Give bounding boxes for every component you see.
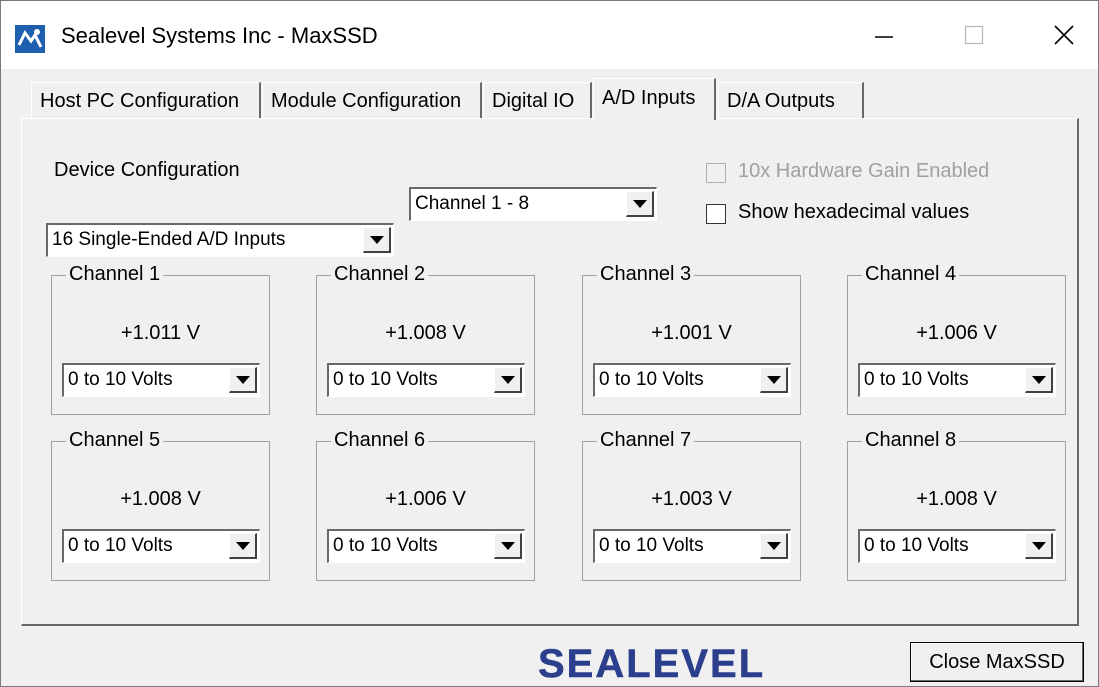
chevron-down-icon xyxy=(766,375,781,384)
sealevel-logo: SEALEVEL xyxy=(538,642,765,683)
chevron-down-icon xyxy=(632,199,647,208)
channel-4-group: Channel 4 +1.006 V 0 to 10 Volts xyxy=(847,263,1066,415)
channel-8-range-value: 0 to 10 Volts xyxy=(864,535,969,556)
close-maxssd-button[interactable]: Close MaxSSD xyxy=(910,642,1084,682)
device-config-label: Device Configuration xyxy=(54,159,240,181)
channel-2-range-value: 0 to 10 Volts xyxy=(333,369,438,390)
channel-6-group: Channel 6 +1.006 V 0 to 10 Volts xyxy=(316,429,535,581)
channel-1-group: Channel 1 +1.011 V 0 to 10 Volts xyxy=(51,263,270,415)
channel-8-voltage: +1.008 V xyxy=(916,488,997,510)
tab-digital-io[interactable]: Digital IO xyxy=(483,82,592,118)
channel-8-range-select[interactable]: 0 to 10 Volts xyxy=(858,529,1056,563)
channel-4-range-select[interactable]: 0 to 10 Volts xyxy=(858,363,1056,397)
sealevel-app-icon xyxy=(15,25,45,53)
channel-3-dropdown-button[interactable] xyxy=(760,367,788,393)
channel-2-voltage: +1.008 V xyxy=(385,322,466,344)
device-config-value: 16 Single-Ended A/D Inputs xyxy=(52,229,286,250)
channel-5-range-select[interactable]: 0 to 10 Volts xyxy=(62,529,260,563)
channel-4-range-value: 0 to 10 Volts xyxy=(864,369,969,390)
minimize-button[interactable] xyxy=(855,1,913,69)
channel-8-title: Channel 8 xyxy=(862,429,960,452)
channel-range-dropdown-button[interactable] xyxy=(626,191,654,217)
hex-checkbox-label: Show hexadecimal values xyxy=(738,201,970,223)
channel-6-title: Channel 6 xyxy=(331,429,429,452)
channel-2-title: Channel 2 xyxy=(331,263,429,286)
channel-4-title: Channel 4 xyxy=(862,263,960,286)
channel-range-select[interactable]: Channel 1 - 8 xyxy=(409,187,657,221)
device-config-dropdown-button[interactable] xyxy=(363,227,391,253)
channel-6-range-select[interactable]: 0 to 10 Volts xyxy=(327,529,525,563)
tab-ad-inputs[interactable]: A/D Inputs xyxy=(593,78,716,120)
window-title: Sealevel Systems Inc - MaxSSD xyxy=(61,23,378,48)
channel-1-range-value: 0 to 10 Volts xyxy=(68,369,173,390)
channel-8-group: Channel 8 +1.008 V 0 to 10 Volts xyxy=(847,429,1066,581)
close-window-button[interactable] xyxy=(1035,1,1093,69)
channel-1-dropdown-button[interactable] xyxy=(229,367,257,393)
gain-checkbox[interactable] xyxy=(706,163,726,183)
chevron-down-icon xyxy=(1031,375,1046,384)
channel-3-range-value: 0 to 10 Volts xyxy=(599,369,704,390)
channel-4-dropdown-button[interactable] xyxy=(1025,367,1053,393)
channel-8-dropdown-button[interactable] xyxy=(1025,533,1053,559)
maximize-button[interactable] xyxy=(945,1,1003,69)
channel-5-range-value: 0 to 10 Volts xyxy=(68,535,173,556)
channel-7-dropdown-button[interactable] xyxy=(760,533,788,559)
maximize-icon xyxy=(964,25,984,45)
minimize-icon xyxy=(875,36,893,38)
channel-7-group: Channel 7 +1.003 V 0 to 10 Volts xyxy=(582,429,801,581)
channel-7-range-value: 0 to 10 Volts xyxy=(599,535,704,556)
device-config-select[interactable]: 16 Single-Ended A/D Inputs xyxy=(46,223,394,257)
ad-inputs-panel: Device Configuration 16 Single-Ended A/D… xyxy=(21,118,1079,626)
channel-5-group: Channel 5 +1.008 V 0 to 10 Volts xyxy=(51,429,270,581)
channel-4-voltage: +1.006 V xyxy=(916,322,997,344)
hex-checkbox[interactable] xyxy=(706,204,726,224)
chevron-down-icon xyxy=(766,541,781,550)
channel-6-dropdown-button[interactable] xyxy=(494,533,522,559)
channel-7-range-select[interactable]: 0 to 10 Volts xyxy=(593,529,791,563)
sealevel-logo-text: SEALEVEL xyxy=(538,642,765,683)
chevron-down-icon xyxy=(369,235,384,244)
chevron-down-icon xyxy=(235,541,250,550)
tab-host-pc-configuration[interactable]: Host PC Configuration xyxy=(31,82,261,118)
gain-checkbox-label: 10x Hardware Gain Enabled xyxy=(738,160,990,182)
channel-2-dropdown-button[interactable] xyxy=(494,367,522,393)
tab-module-configuration[interactable]: Module Configuration xyxy=(262,82,482,118)
channel-1-title: Channel 1 xyxy=(66,263,164,286)
channel-6-voltage: +1.006 V xyxy=(385,488,466,510)
channel-5-voltage: +1.008 V xyxy=(120,488,201,510)
close-icon xyxy=(1054,25,1074,45)
channel-5-dropdown-button[interactable] xyxy=(229,533,257,559)
chevron-down-icon xyxy=(235,375,250,384)
channel-3-voltage: +1.001 V xyxy=(651,322,732,344)
channel-1-range-select[interactable]: 0 to 10 Volts xyxy=(62,363,260,397)
title-bar[interactable]: Sealevel Systems Inc - MaxSSD xyxy=(1,1,1098,69)
channel-6-range-value: 0 to 10 Volts xyxy=(333,535,438,556)
channel-3-title: Channel 3 xyxy=(597,263,695,286)
main-window: Sealevel Systems Inc - MaxSSD Host PC Co… xyxy=(0,0,1099,687)
channel-7-title: Channel 7 xyxy=(597,429,695,452)
channel-5-title: Channel 5 xyxy=(66,429,164,452)
channel-2-group: Channel 2 +1.008 V 0 to 10 Volts xyxy=(316,263,535,415)
channel-1-voltage: +1.011 V xyxy=(120,322,201,344)
channel-3-range-select[interactable]: 0 to 10 Volts xyxy=(593,363,791,397)
channel-3-group: Channel 3 +1.001 V 0 to 10 Volts xyxy=(582,263,801,415)
channel-2-range-select[interactable]: 0 to 10 Volts xyxy=(327,363,525,397)
chevron-down-icon xyxy=(500,375,515,384)
channel-7-voltage: +1.003 V xyxy=(651,488,732,510)
chevron-down-icon xyxy=(500,541,515,550)
chevron-down-icon xyxy=(1031,541,1046,550)
tab-da-outputs[interactable]: D/A Outputs xyxy=(718,82,864,118)
channel-range-value: Channel 1 - 8 xyxy=(415,193,530,214)
